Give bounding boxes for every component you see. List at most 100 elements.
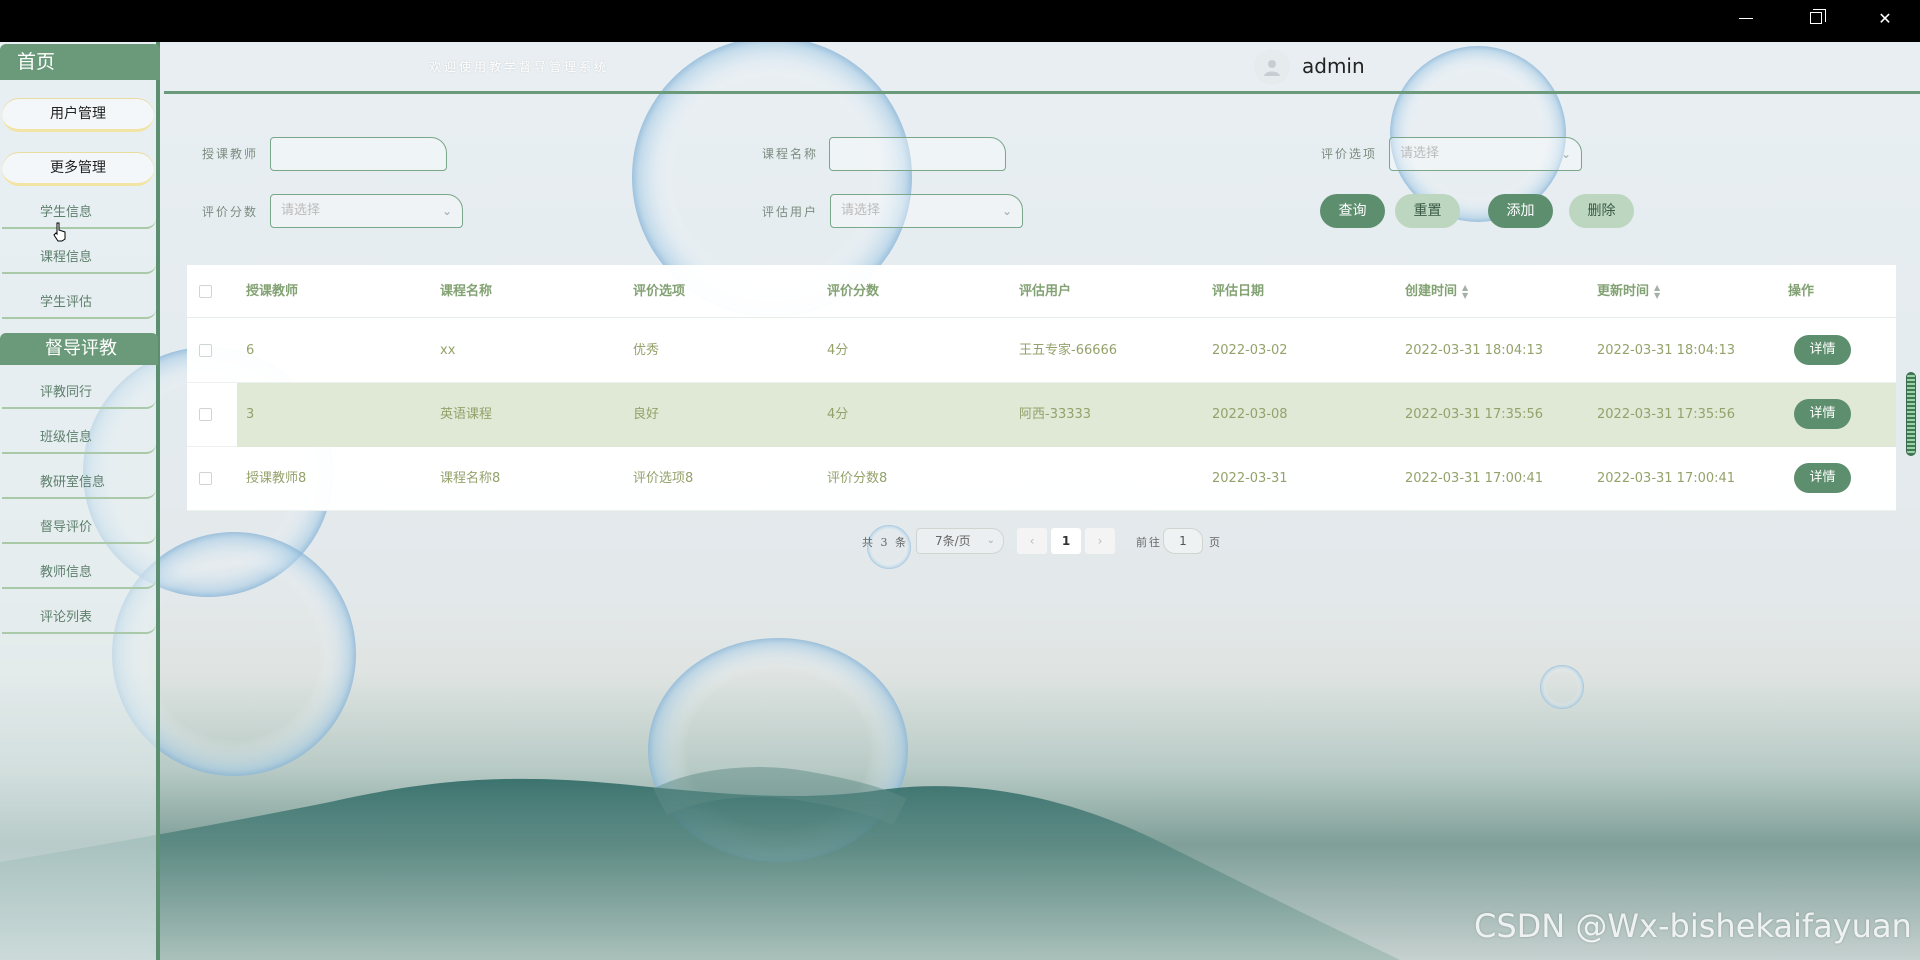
user-select[interactable]: 请选择 ⌄ [830, 194, 1023, 228]
table-row: 3 英语课程 良好 4分 阿西-33333 2022-03-08 2022-03… [187, 383, 1896, 447]
score-placeholder: 请选择 [281, 203, 321, 218]
minimize-button[interactable] [1718, 0, 1774, 36]
cell-course: xx [440, 343, 456, 358]
col-score: 评价分数 [827, 284, 880, 299]
goto-label: 前往 [1136, 536, 1162, 549]
cell-user: 阿西-33333 [1019, 407, 1092, 422]
col-created-label: 创建时间 [1405, 284, 1458, 299]
row-checkbox[interactable] [199, 408, 212, 421]
table-row: 6 xx 优秀 4分 王五专家-66666 2022-03-02 2022-03… [187, 319, 1896, 383]
prev-page-button[interactable]: ‹ [1017, 528, 1047, 554]
scroll-indicator[interactable] [1906, 372, 1916, 456]
sidebar-item-student-info[interactable]: 学生信息 [2, 199, 156, 229]
sidebar-item-office-info[interactable]: 教研室信息 [2, 469, 156, 499]
chevron-down-icon: ⌄ [1001, 204, 1012, 218]
sidebar-user-management-button[interactable]: 用户管理 [2, 98, 154, 132]
minimize-icon [1739, 17, 1753, 19]
cell-score: 4分 [827, 407, 849, 422]
next-page-button[interactable]: › [1085, 528, 1115, 554]
cell-date: 2022-03-02 [1212, 343, 1288, 358]
username[interactable]: admin [1302, 54, 1365, 78]
cell-score: 4分 [827, 343, 849, 358]
add-button[interactable]: 添加 [1488, 194, 1553, 228]
cell-date: 2022-03-08 [1212, 407, 1288, 422]
cell-teacher: 授课教师8 [246, 471, 307, 486]
cell-teacher: 3 [246, 407, 255, 422]
sort-icon[interactable]: ▲ ▼ [1654, 283, 1660, 300]
maximize-button[interactable] [1788, 0, 1844, 36]
goto-page-input[interactable]: 1 [1163, 528, 1203, 554]
sidebar-home[interactable]: 首页 [0, 44, 160, 80]
col-option: 评价选项 [633, 284, 686, 299]
col-created[interactable]: 创建时间 ▲ ▼ [1405, 265, 1468, 318]
watermark-text: CSDN @Wx-bishekaifayuan [1474, 907, 1912, 945]
chevron-down-icon: ⌄ [441, 204, 452, 218]
user-label: 评估用户 [762, 205, 819, 219]
sidebar-item-teacher-info[interactable]: 教师信息 [2, 559, 156, 589]
sidebar-item-course-info[interactable]: 课程信息 [2, 244, 156, 274]
sort-icon[interactable]: ▲ ▼ [1462, 283, 1468, 300]
score-label: 评价分数 [202, 205, 259, 219]
top-header: 欢迎使用教学督导管理系统 admin [164, 42, 1920, 94]
detail-button[interactable]: 详情 [1794, 399, 1851, 429]
welcome-text: 欢迎使用教学督导管理系统 [429, 60, 610, 74]
cell-updated: 2022-03-31 17:35:56 [1597, 407, 1736, 422]
window-titlebar: ✕ [0, 0, 1920, 42]
query-button[interactable]: 查询 [1320, 194, 1385, 228]
option-label: 评价选项 [1321, 147, 1378, 161]
cell-created: 2022-03-31 17:00:41 [1405, 471, 1544, 486]
cell-option: 评价选项8 [633, 471, 694, 486]
teacher-input[interactable] [270, 137, 447, 171]
user-icon [1264, 60, 1280, 76]
cell-updated: 2022-03-31 17:00:41 [1597, 471, 1736, 486]
page-size-select[interactable]: 7条/页 ⌄ [916, 528, 1004, 554]
cell-option: 良好 [633, 407, 660, 422]
sidebar: 首页 用户管理 更多管理 学生信息 课程信息 学生评估 督导评教 评教同行 班级… [0, 42, 160, 960]
sidebar-more-management-button[interactable]: 更多管理 [2, 152, 154, 186]
col-updated-label: 更新时间 [1597, 284, 1650, 299]
col-user: 评估用户 [1019, 284, 1072, 299]
row-checkbox[interactable] [199, 344, 212, 357]
cell-date: 2022-03-31 [1212, 471, 1288, 486]
cell-user: 王五专家-66666 [1019, 343, 1118, 358]
close-button[interactable]: ✕ [1857, 0, 1913, 36]
cell-updated: 2022-03-31 18:04:13 [1597, 343, 1736, 358]
col-action: 操作 [1788, 284, 1815, 299]
course-input[interactable] [829, 137, 1006, 171]
sidebar-item-student-evaluation[interactable]: 学生评估 [2, 289, 156, 319]
cell-created: 2022-03-31 18:04:13 [1405, 343, 1544, 358]
page-number-current[interactable]: 1 [1051, 528, 1081, 554]
sidebar-item-supervisor-evaluation[interactable]: 督导评价 [2, 514, 156, 544]
col-date: 评估日期 [1212, 284, 1265, 299]
row-checkbox[interactable] [199, 472, 212, 485]
select-all-checkbox[interactable] [199, 285, 212, 298]
table-row: 授课教师8 课程名称8 评价选项8 评价分数8 2022-03-31 2022-… [187, 447, 1896, 511]
chevron-down-icon: ⌄ [1560, 147, 1571, 161]
detail-button[interactable]: 详情 [1794, 463, 1851, 493]
data-table: 授课教师 课程名称 评价选项 评价分数 评估用户 评估日期 创建时间 ▲ ▼ 更新时… [187, 265, 1896, 511]
option-select[interactable]: 请选择 ⌄ [1389, 137, 1582, 171]
detail-button[interactable]: 详情 [1794, 335, 1851, 365]
avatar[interactable] [1254, 49, 1290, 85]
page-suffix: 页 [1209, 536, 1222, 549]
cell-score: 评价分数8 [827, 471, 888, 486]
delete-button[interactable]: 删除 [1569, 194, 1634, 228]
page-size-value: 7条/页 [935, 534, 971, 548]
reset-button[interactable]: 重置 [1395, 194, 1460, 228]
cell-course: 课程名称8 [440, 471, 501, 486]
mouse-cursor-icon [53, 222, 66, 242]
course-label: 课程名称 [762, 147, 819, 161]
col-teacher: 授课教师 [246, 284, 299, 299]
score-select[interactable]: 请选择 ⌄ [270, 194, 463, 228]
sidebar-item-comment-list[interactable]: 评论列表 [2, 604, 156, 634]
pagination-total: 共 3 条 [862, 536, 908, 549]
sidebar-item-peer-evaluation[interactable]: 评教同行 [2, 379, 156, 409]
table-header: 授课教师 课程名称 评价选项 评价分数 评估用户 评估日期 创建时间 ▲ ▼ 更新时… [187, 265, 1896, 318]
option-placeholder: 请选择 [1400, 146, 1440, 161]
col-updated[interactable]: 更新时间 ▲ ▼ [1597, 265, 1660, 318]
chevron-down-icon: ⌄ [986, 535, 995, 546]
sidebar-section-supervision[interactable]: 督导评教 [0, 333, 158, 365]
teacher-label: 授课教师 [202, 147, 259, 161]
cell-option: 优秀 [633, 343, 660, 358]
sidebar-item-class-info[interactable]: 班级信息 [2, 424, 156, 454]
